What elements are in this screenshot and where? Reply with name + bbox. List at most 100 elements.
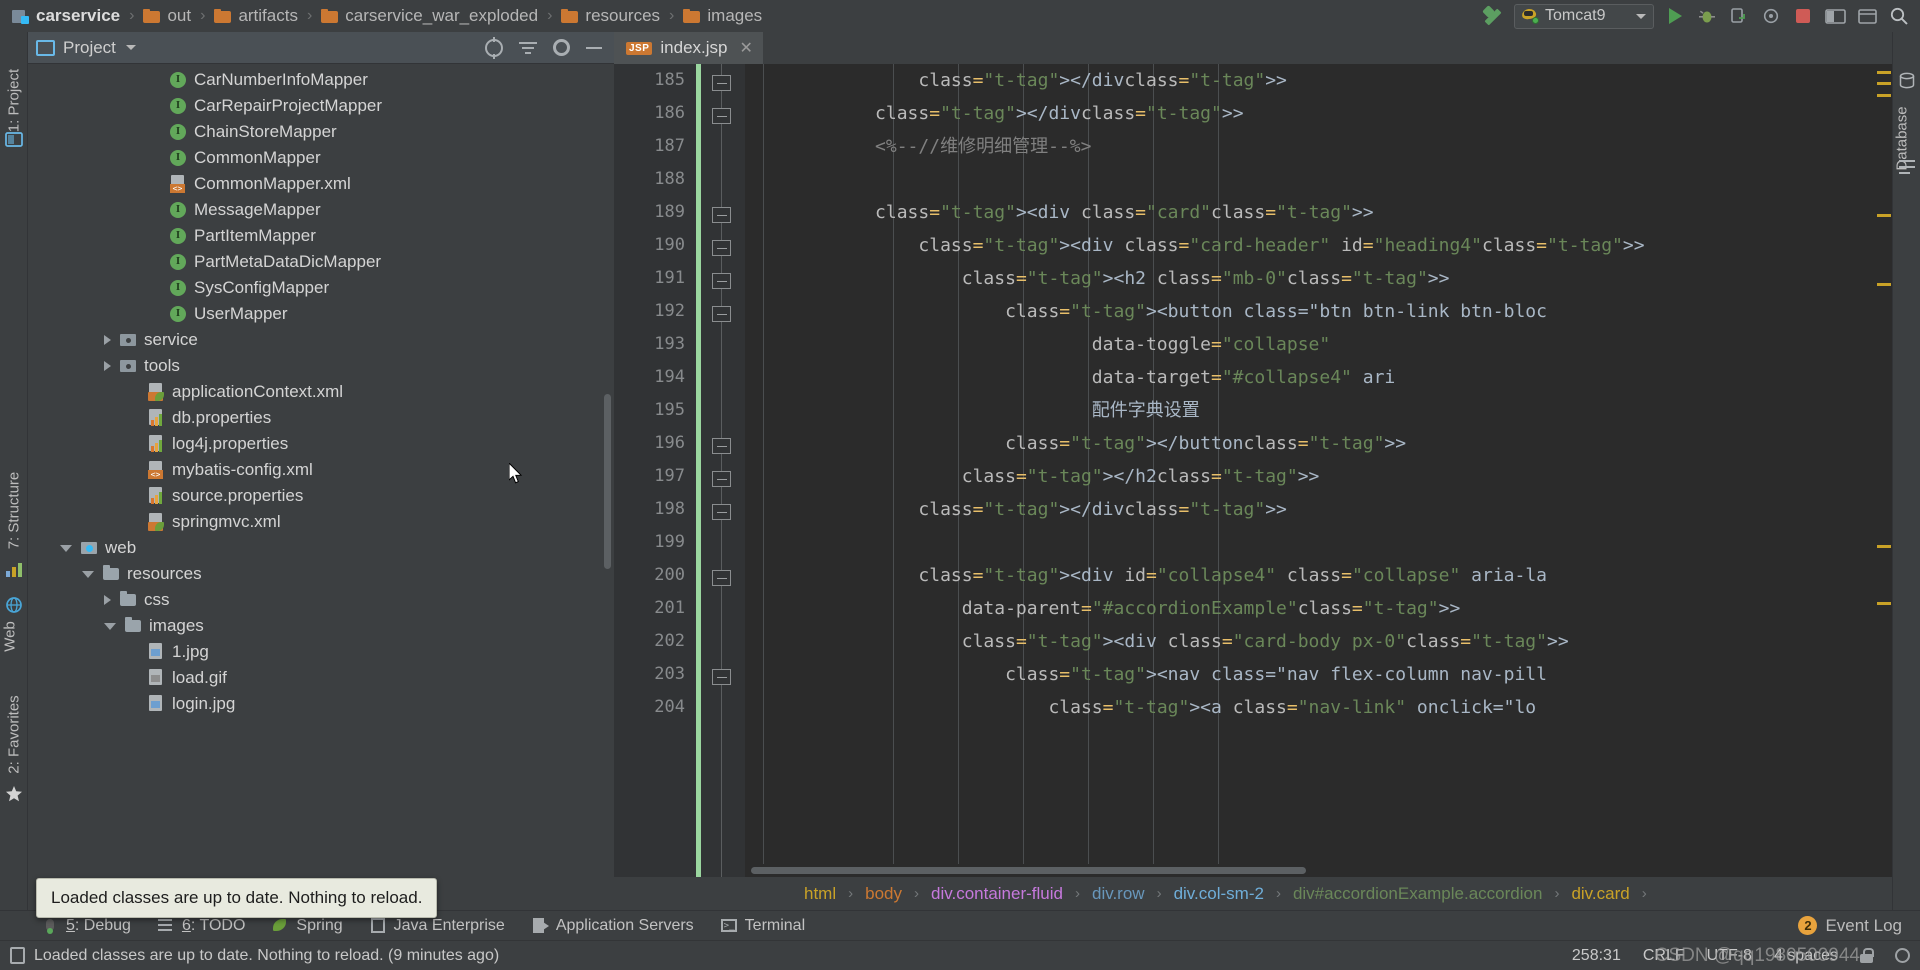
event-log-button[interactable]: 2 Event Log xyxy=(1798,916,1920,936)
tree-item[interactable]: web xyxy=(28,535,614,561)
tree-item[interactable]: MessageMapper xyxy=(28,197,614,223)
chevron-right-icon[interactable] xyxy=(104,595,111,605)
project-tree[interactable]: CarNumberInfoMapper CarRepairProjectMappe… xyxy=(28,64,614,910)
chevron-right-icon[interactable] xyxy=(104,361,111,371)
tree-item[interactable]: db.properties xyxy=(28,405,614,431)
fold-marker[interactable] xyxy=(712,669,731,685)
editor-breadcrumb-item[interactable]: div.container-fluid xyxy=(927,884,1067,904)
code-folding-gutter[interactable] xyxy=(696,64,745,877)
lock-icon[interactable] xyxy=(1860,948,1874,963)
tool-spring[interactable]: Spring xyxy=(258,917,355,935)
tree-item[interactable]: springmvc.xml xyxy=(28,509,614,535)
sidebar-item-structure[interactable]: 7: Structure xyxy=(0,462,28,582)
breadcrumb-item-out[interactable]: out xyxy=(141,6,193,26)
fold-marker[interactable] xyxy=(712,207,731,223)
editor-horizontal-scrollbar[interactable] xyxy=(745,864,1892,877)
fold-marker[interactable] xyxy=(712,75,731,91)
breadcrumb-item-resources[interactable]: resources xyxy=(559,6,662,26)
close-icon[interactable]: ✕ xyxy=(740,38,753,58)
debug-button[interactable] xyxy=(1692,2,1722,30)
tree-item[interactable]: PartItemMapper xyxy=(28,223,614,249)
tree-item[interactable]: SysConfigMapper xyxy=(28,275,614,301)
right-rail-misc-icon[interactable] xyxy=(1897,157,1920,184)
tree-item[interactable]: images xyxy=(28,613,614,639)
layout-button[interactable] xyxy=(1852,2,1882,30)
breadcrumb-item-carservice[interactable]: carservice xyxy=(10,6,122,26)
update-application-button[interactable] xyxy=(1820,2,1850,30)
tree-item[interactable]: source.properties xyxy=(28,483,614,509)
minimize-icon[interactable] xyxy=(586,46,602,49)
tree-item[interactable]: applicationContext.xml xyxy=(28,379,614,405)
notification-balloon[interactable]: Loaded classes are up to date. Nothing t… xyxy=(36,878,438,918)
editor-breadcrumb-item[interactable]: body xyxy=(861,884,906,904)
tool-application-servers[interactable]: Application Servers xyxy=(518,917,707,935)
fold-marker[interactable] xyxy=(712,108,731,124)
tree-item[interactable]: load.gif xyxy=(28,665,614,691)
chevron-down-icon[interactable] xyxy=(60,544,72,552)
chevron-down-icon[interactable] xyxy=(82,570,94,578)
tree-item[interactable]: CommonMapper xyxy=(28,145,614,171)
breadcrumb-item-artifacts[interactable]: artifacts xyxy=(212,6,300,26)
tool-debug[interactable]: 5: Debug xyxy=(28,917,144,935)
fold-marker[interactable] xyxy=(712,306,731,322)
tool-java-enterprise[interactable]: Java Enterprise xyxy=(356,917,518,935)
run-button[interactable] xyxy=(1660,2,1690,30)
editor-breadcrumb-item[interactable]: div.col-sm-2 xyxy=(1170,884,1268,904)
run-with-coverage-button[interactable] xyxy=(1724,2,1754,30)
sidebar-item-favorites[interactable]: 2: Favorites xyxy=(0,682,28,807)
editor-breadcrumb-item[interactable]: div#accordionExample.accordion xyxy=(1289,884,1546,904)
tree-item[interactable]: css xyxy=(28,587,614,613)
gear-icon[interactable] xyxy=(553,39,570,56)
breadcrumb-item-carservice-war-exploded[interactable]: carservice_war_exploded xyxy=(319,6,540,26)
tree-item[interactable]: login.jpg xyxy=(28,691,614,717)
sidebar-item-project[interactable]: 1: Project xyxy=(0,66,28,158)
caret-position[interactable]: 258:31 xyxy=(1572,947,1621,965)
sidebar-item-web[interactable]: Web xyxy=(0,592,28,672)
tree-item[interactable]: mybatis-config.xml xyxy=(28,457,614,483)
tree-item[interactable]: UserMapper xyxy=(28,301,614,327)
tree-item[interactable]: tools xyxy=(28,353,614,379)
editor-breadcrumb-item[interactable]: div.row xyxy=(1088,884,1149,904)
tree-item[interactable]: CarNumberInfoMapper xyxy=(28,67,614,93)
tree-item[interactable]: ChainStoreMapper xyxy=(28,119,614,145)
fold-marker[interactable] xyxy=(712,273,731,289)
tree-item[interactable]: resources xyxy=(28,561,614,587)
fold-marker[interactable] xyxy=(712,471,731,487)
hammer-build-icon[interactable] xyxy=(1478,2,1508,30)
tool-terminal[interactable]: >_ Terminal xyxy=(707,917,818,935)
search-everywhere-button[interactable] xyxy=(1884,2,1914,30)
line-separator[interactable]: CRLF xyxy=(1643,947,1685,965)
editor-breadcrumb-item[interactable]: html xyxy=(800,884,840,904)
tree-item[interactable]: PartMetaDataDicMapper xyxy=(28,249,614,275)
tree-item[interactable]: log4j.properties xyxy=(28,431,614,457)
tree-item[interactable]: 1.jpg xyxy=(28,639,614,665)
fold-marker[interactable] xyxy=(712,570,731,586)
inspection-face-icon[interactable] xyxy=(1895,948,1910,963)
run-configuration-selector[interactable]: Tomcat9 xyxy=(1514,3,1654,29)
fold-marker[interactable] xyxy=(712,438,731,454)
chevron-down-icon[interactable] xyxy=(104,622,116,630)
code-view[interactable]: class="t-tag"></divclass="t-tag">> class… xyxy=(745,64,1892,877)
profile-button[interactable] xyxy=(1756,2,1786,30)
line-number-gutter: 185 186 187 188 189 190 191 192 193 194 195 196 197 1… xyxy=(614,64,699,877)
fold-marker[interactable] xyxy=(712,504,731,520)
stop-button[interactable] xyxy=(1788,2,1818,30)
tree-item[interactable]: CommonMapper.xml xyxy=(28,171,614,197)
error-stripe[interactable] xyxy=(1876,64,1892,877)
tree-item-label: PartItemMapper xyxy=(194,226,316,245)
indent-setting[interactable]: 4 spaces xyxy=(1774,947,1838,965)
tree-item[interactable]: service xyxy=(28,327,614,353)
file-encoding[interactable]: UTF-8 xyxy=(1707,947,1752,965)
tool-todo[interactable]: 6: TODO xyxy=(144,917,258,935)
tab-index-jsp[interactable]: JSP index.jsp ✕ xyxy=(614,32,763,64)
chevron-down-icon[interactable] xyxy=(125,45,136,50)
target-icon[interactable] xyxy=(485,38,503,57)
fold-marker[interactable] xyxy=(712,240,731,256)
notification-icon[interactable] xyxy=(10,947,25,964)
tree-item[interactable]: CarRepairProjectMapper xyxy=(28,93,614,119)
collapse-all-icon[interactable] xyxy=(519,40,537,56)
chevron-right-icon[interactable] xyxy=(104,335,111,345)
breadcrumb-item-images[interactable]: images xyxy=(681,6,764,26)
project-scrollbar[interactable] xyxy=(604,394,611,569)
editor-breadcrumb-item[interactable]: div.card xyxy=(1567,884,1633,904)
